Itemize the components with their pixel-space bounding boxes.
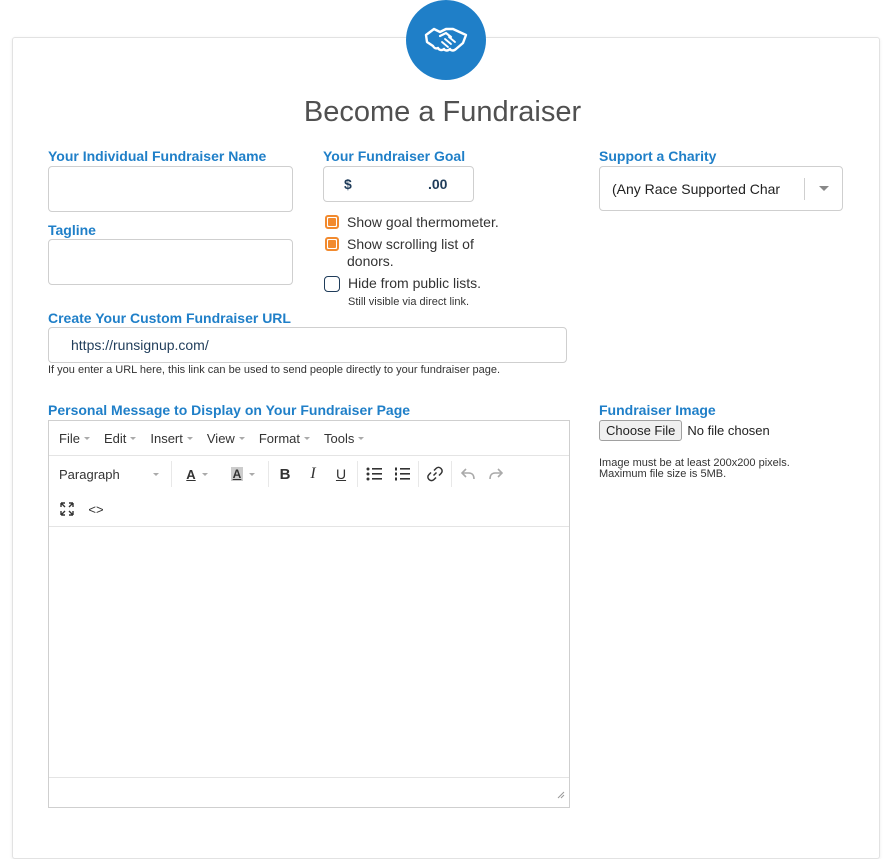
source-code-icon[interactable]: <> — [85, 496, 107, 522]
underline-icon[interactable]: U — [327, 461, 355, 487]
toolbar-divider — [451, 461, 452, 487]
chevron-down-icon — [249, 472, 256, 476]
editor-statusbar — [49, 777, 569, 807]
url-hint: If you enter a URL here, this link can b… — [48, 364, 501, 376]
link-icon[interactable] — [421, 461, 449, 487]
chevron-down-icon — [130, 436, 137, 440]
menu-label: Tools — [324, 430, 355, 446]
image-hint: Image must be at least 200x200 pixels. M… — [599, 458, 790, 480]
menu-label: Edit — [103, 430, 127, 446]
choose-file-button[interactable]: Choose File — [599, 420, 683, 441]
resize-handle-icon[interactable] — [555, 786, 565, 804]
undo-icon[interactable] — [454, 461, 482, 487]
checkbox-checked-icon[interactable] — [325, 237, 339, 251]
hide-public-hint: Still visible via direct link. — [348, 296, 470, 308]
charity-selected-value: (Any Race Supported Char — [612, 181, 781, 197]
menu-view[interactable]: View — [197, 431, 249, 446]
bullet-list-icon[interactable] — [360, 461, 388, 487]
editor-toolbar-secondary: <> — [49, 492, 569, 527]
rich-text-editor[interactable]: File Edit Insert View Format Tools Parag… — [48, 420, 570, 808]
menu-insert[interactable]: Insert — [140, 431, 197, 446]
file-status: No file chosen — [687, 423, 770, 438]
background-color-icon: A — [230, 467, 244, 481]
toolbar-divider — [357, 461, 358, 487]
block-format-label: Paragraph — [59, 466, 120, 482]
toolbar-divider — [268, 461, 269, 487]
text-color-icon: A — [186, 466, 196, 482]
checkbox-unchecked-icon[interactable] — [324, 276, 340, 292]
menu-label: File — [59, 430, 80, 446]
checkbox-checked-icon[interactable] — [325, 215, 339, 229]
image-hint-filesize: Maximum file size is 5MB. — [599, 468, 727, 480]
editor-menubar: File Edit Insert View Format Tools — [49, 421, 569, 456]
menu-tools[interactable]: Tools — [314, 431, 368, 446]
charity-label: Support a Charity — [599, 148, 717, 164]
numbered-list-icon[interactable] — [388, 461, 416, 487]
tagline-input[interactable] — [48, 239, 293, 285]
menu-label: Format — [258, 430, 300, 446]
handshake-icon — [406, 0, 486, 80]
chevron-down-icon — [304, 436, 310, 440]
menu-format[interactable]: Format — [249, 431, 314, 446]
hide-public-checkbox[interactable]: Hide from public lists. — [324, 275, 481, 292]
redo-icon[interactable] — [482, 461, 510, 487]
goal-label: Your Fundraiser Goal — [323, 148, 466, 164]
tagline-label: Tagline — [48, 222, 96, 238]
name-label: Your Individual Fundraiser Name — [48, 148, 267, 164]
show-thermometer-checkbox[interactable]: Show goal thermometer. — [325, 214, 499, 230]
checkbox-label: Hide from public lists. — [348, 275, 482, 291]
currency-symbol: $ — [344, 176, 352, 192]
checkbox-label: Show goal thermometer. — [347, 214, 499, 230]
image-file-input[interactable]: Choose File No file chosen — [599, 420, 770, 441]
message-label: Personal Message to Display on Your Fund… — [48, 402, 411, 418]
menu-label: View — [206, 430, 235, 446]
select-divider — [804, 178, 805, 200]
charity-select[interactable]: (Any Race Supported Char — [599, 166, 843, 211]
menu-edit[interactable]: Edit — [94, 431, 140, 446]
chevron-down-icon[interactable] — [819, 186, 829, 191]
bold-icon[interactable]: B — [271, 461, 299, 487]
chevron-down-icon — [201, 472, 208, 476]
chevron-down-icon — [83, 436, 90, 440]
custom-url-input[interactable]: https://runsignup.com/ — [48, 327, 567, 363]
chevron-down-icon — [153, 472, 159, 476]
block-format-select[interactable]: Paragraph — [49, 461, 169, 487]
chevron-down-icon — [358, 436, 365, 440]
editor-toolbar: Paragraph A A B I U — [49, 456, 569, 492]
italic-icon[interactable]: I — [299, 461, 327, 487]
menu-label: Insert — [150, 430, 183, 446]
goal-amount-input[interactable]: $ .00 — [323, 166, 474, 202]
checkbox-label: Show scrolling list of donors. — [347, 236, 474, 269]
menu-file[interactable]: File — [49, 431, 94, 446]
toolbar-divider — [418, 461, 419, 487]
chevron-down-icon — [186, 436, 193, 440]
fullscreen-icon[interactable] — [49, 496, 85, 522]
page-title: Become a Fundraiser — [303, 96, 582, 128]
chevron-down-icon — [238, 436, 245, 440]
background-color-button[interactable]: A — [220, 461, 266, 487]
show-donors-checkbox[interactable]: Show scrolling list of donors. — [325, 236, 515, 270]
url-label: Create Your Custom Fundraiser URL — [48, 310, 291, 326]
editor-content-area[interactable] — [49, 527, 569, 779]
url-prefix: https://runsignup.com/ — [71, 337, 209, 353]
toolbar-divider — [171, 461, 172, 487]
goal-cents: .00 — [428, 176, 448, 192]
text-color-button[interactable]: A — [174, 461, 220, 487]
image-label: Fundraiser Image — [599, 402, 716, 418]
fundraiser-name-input[interactable] — [48, 166, 293, 212]
